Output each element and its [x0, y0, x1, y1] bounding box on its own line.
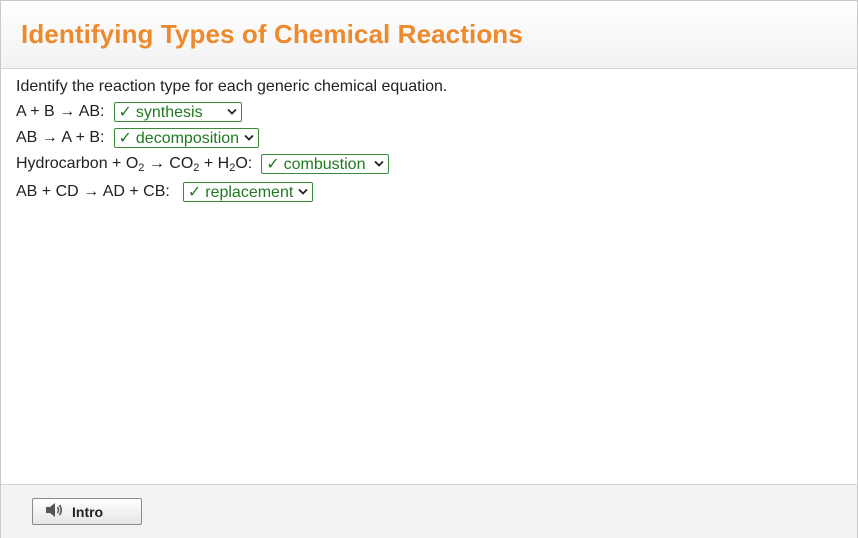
question-row-replacement: AB + CD → AD + CB: ✓ replacement	[16, 177, 447, 207]
equation-label: Hydrocarbon + O2 → CO2 + H2O:	[16, 155, 253, 174]
question-area: Identify the reaction type for each gene…	[16, 77, 447, 207]
page-title: Identifying Types of Chemical Reactions	[21, 19, 523, 49]
chevron-down-icon	[298, 186, 308, 198]
correct-check-icon: ✓	[118, 130, 132, 147]
reaction-type-dropdown[interactable]: ✓ replacement	[182, 182, 313, 202]
correct-check-icon: ✓	[118, 104, 132, 121]
dropdown-selected-value: decomposition	[135, 130, 240, 147]
app-frame: Identifying Types of Chemical Reactions …	[0, 0, 858, 538]
chevron-down-icon	[243, 132, 254, 144]
footer-bar: Intro	[1, 484, 857, 538]
reaction-type-dropdown[interactable]: ✓ synthesis	[113, 102, 242, 122]
equation-label: AB + CD → AD + CB:	[16, 183, 170, 200]
intro-button-label: Intro	[72, 503, 104, 520]
equation-label: A + B → AB:	[16, 103, 105, 120]
question-row-synthesis: A + B → AB: ✓ synthesis	[16, 99, 447, 125]
instructions-text: Identify the reaction type for each gene…	[16, 78, 448, 95]
dropdown-selected-value: combustion	[283, 156, 366, 173]
equation-label: AB → A + B:	[16, 129, 105, 146]
dropdown-selected-value: synthesis	[135, 104, 203, 121]
correct-check-icon: ✓	[187, 184, 202, 201]
intro-button[interactable]: Intro	[32, 498, 142, 525]
speaker-icon	[44, 502, 72, 521]
reaction-type-dropdown[interactable]: ✓ decomposition	[113, 128, 259, 148]
chevron-down-icon	[226, 106, 237, 118]
chevron-down-icon	[374, 158, 384, 170]
correct-check-icon: ✓	[266, 156, 280, 173]
dropdown-selected-value: replacement	[205, 184, 294, 201]
question-row-decomposition: AB → A + B: ✓ decomposition	[16, 125, 447, 151]
reaction-type-dropdown[interactable]: ✓ combustion	[261, 154, 390, 174]
question-row-combustion: Hydrocarbon + O2 → CO2 + H2O: ✓ combustio…	[16, 151, 447, 177]
header-bar: Identifying Types of Chemical Reactions	[1, 1, 857, 69]
